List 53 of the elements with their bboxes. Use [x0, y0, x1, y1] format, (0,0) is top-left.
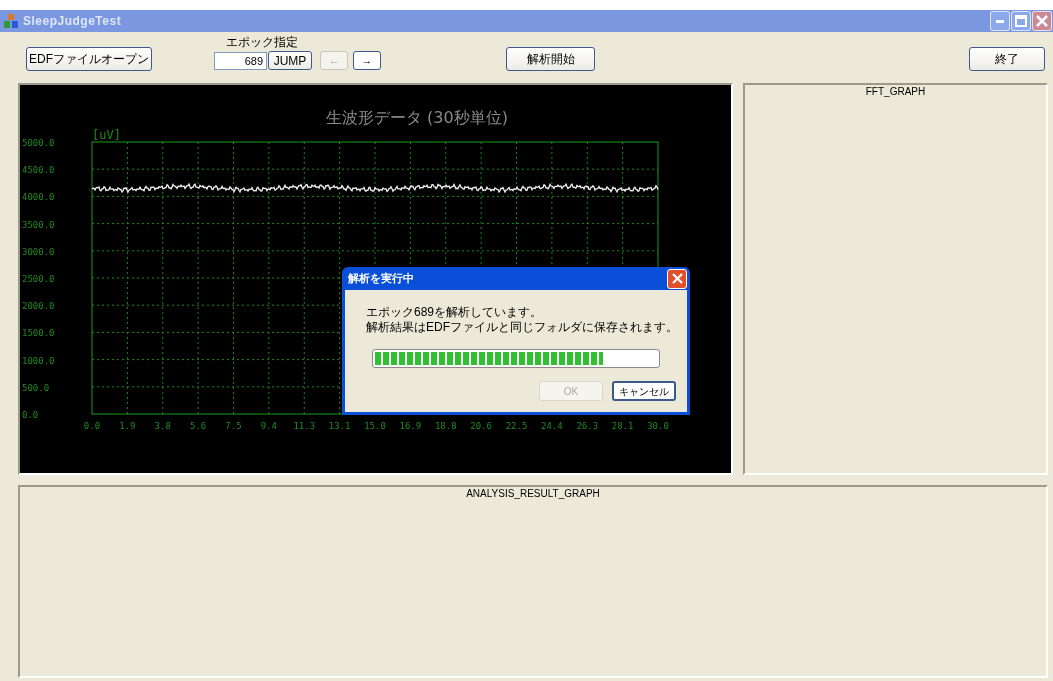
- app-icon: [3, 13, 19, 29]
- y-axis-label: 4000.0: [22, 192, 55, 203]
- x-axis-label: 7.5: [225, 421, 242, 431]
- x-axis-label: 24.4: [541, 421, 563, 431]
- jump-button[interactable]: JUMP: [268, 51, 312, 70]
- y-axis-label: 0.0: [22, 410, 39, 420]
- minimize-icon: [996, 19, 1004, 23]
- panel-title: ANALYSIS_RESULT_GRAPH: [466, 487, 600, 501]
- dialog-message: 解析結果はEDFファイルと同じフォルダに保存されます。: [366, 320, 678, 335]
- dialog-button[interactable]: キャンセル: [612, 381, 676, 401]
- chart-title: 生波形データ (30秒単位): [326, 108, 508, 127]
- y-axis-label: 2000.0: [22, 301, 55, 312]
- minimize-button[interactable]: [990, 11, 1010, 31]
- x-axis-label: 20.6: [470, 421, 492, 431]
- y-axis-label: 1500.0: [22, 328, 55, 339]
- y-axis-label: 3000.0: [22, 246, 55, 257]
- unit-label: [uV]: [92, 128, 121, 142]
- window-title: SleepJudgeTest: [23, 13, 122, 30]
- x-axis-label: 15.0: [364, 421, 386, 431]
- x-axis-label: 26.3: [576, 421, 599, 431]
- maximize-icon: [1015, 15, 1027, 27]
- x-axis-label: 22.5: [505, 421, 528, 431]
- epoch-label: エポック指定: [226, 35, 298, 50]
- open-file-button[interactable]: EDFファイルオープン: [26, 47, 152, 71]
- x-axis-label: 9.4: [260, 421, 277, 431]
- close-icon: [671, 273, 683, 284]
- x-axis-label: 30.0: [647, 421, 669, 431]
- x-axis-label: 16.9: [399, 421, 422, 431]
- x-axis-label: 3.8: [154, 421, 171, 431]
- panel-title: FFT_GRAPH: [865, 85, 926, 99]
- x-axis-label: 13.1: [328, 421, 351, 431]
- y-axis-label: 2500.0: [22, 274, 55, 284]
- maximize-button[interactable]: [1011, 11, 1031, 31]
- close-icon: [1036, 15, 1048, 27]
- x-axis-label: 18.8: [434, 421, 457, 431]
- exit-button[interactable]: 終了: [969, 47, 1045, 71]
- x-axis-label: 1.9: [119, 421, 136, 431]
- y-axis-label: 1000.0: [22, 355, 55, 366]
- dialog-message: エポック689を解析しています。: [366, 305, 543, 320]
- y-axis-label: 3500.0: [22, 219, 55, 230]
- y-axis-label: 5000.0: [22, 138, 55, 148]
- x-axis-label: 28.1: [611, 421, 634, 431]
- y-axis-label: 4500.0: [22, 165, 55, 176]
- epoch-field[interactable]: 689: [214, 51, 267, 70]
- x-axis-label: 5.6: [190, 421, 207, 431]
- close-button[interactable]: [667, 268, 687, 289]
- dialog-title: 解析を実行中: [348, 271, 414, 287]
- y-axis-label: 500.0: [22, 382, 50, 393]
- x-axis-label: 11.3: [293, 421, 316, 431]
- x-axis-label: 0.0: [83, 421, 101, 431]
- start-analysis-button[interactable]: 解析開始: [506, 47, 595, 71]
- close-button[interactable]: [1032, 11, 1052, 31]
- next-epoch-button[interactable]: →: [353, 51, 381, 70]
